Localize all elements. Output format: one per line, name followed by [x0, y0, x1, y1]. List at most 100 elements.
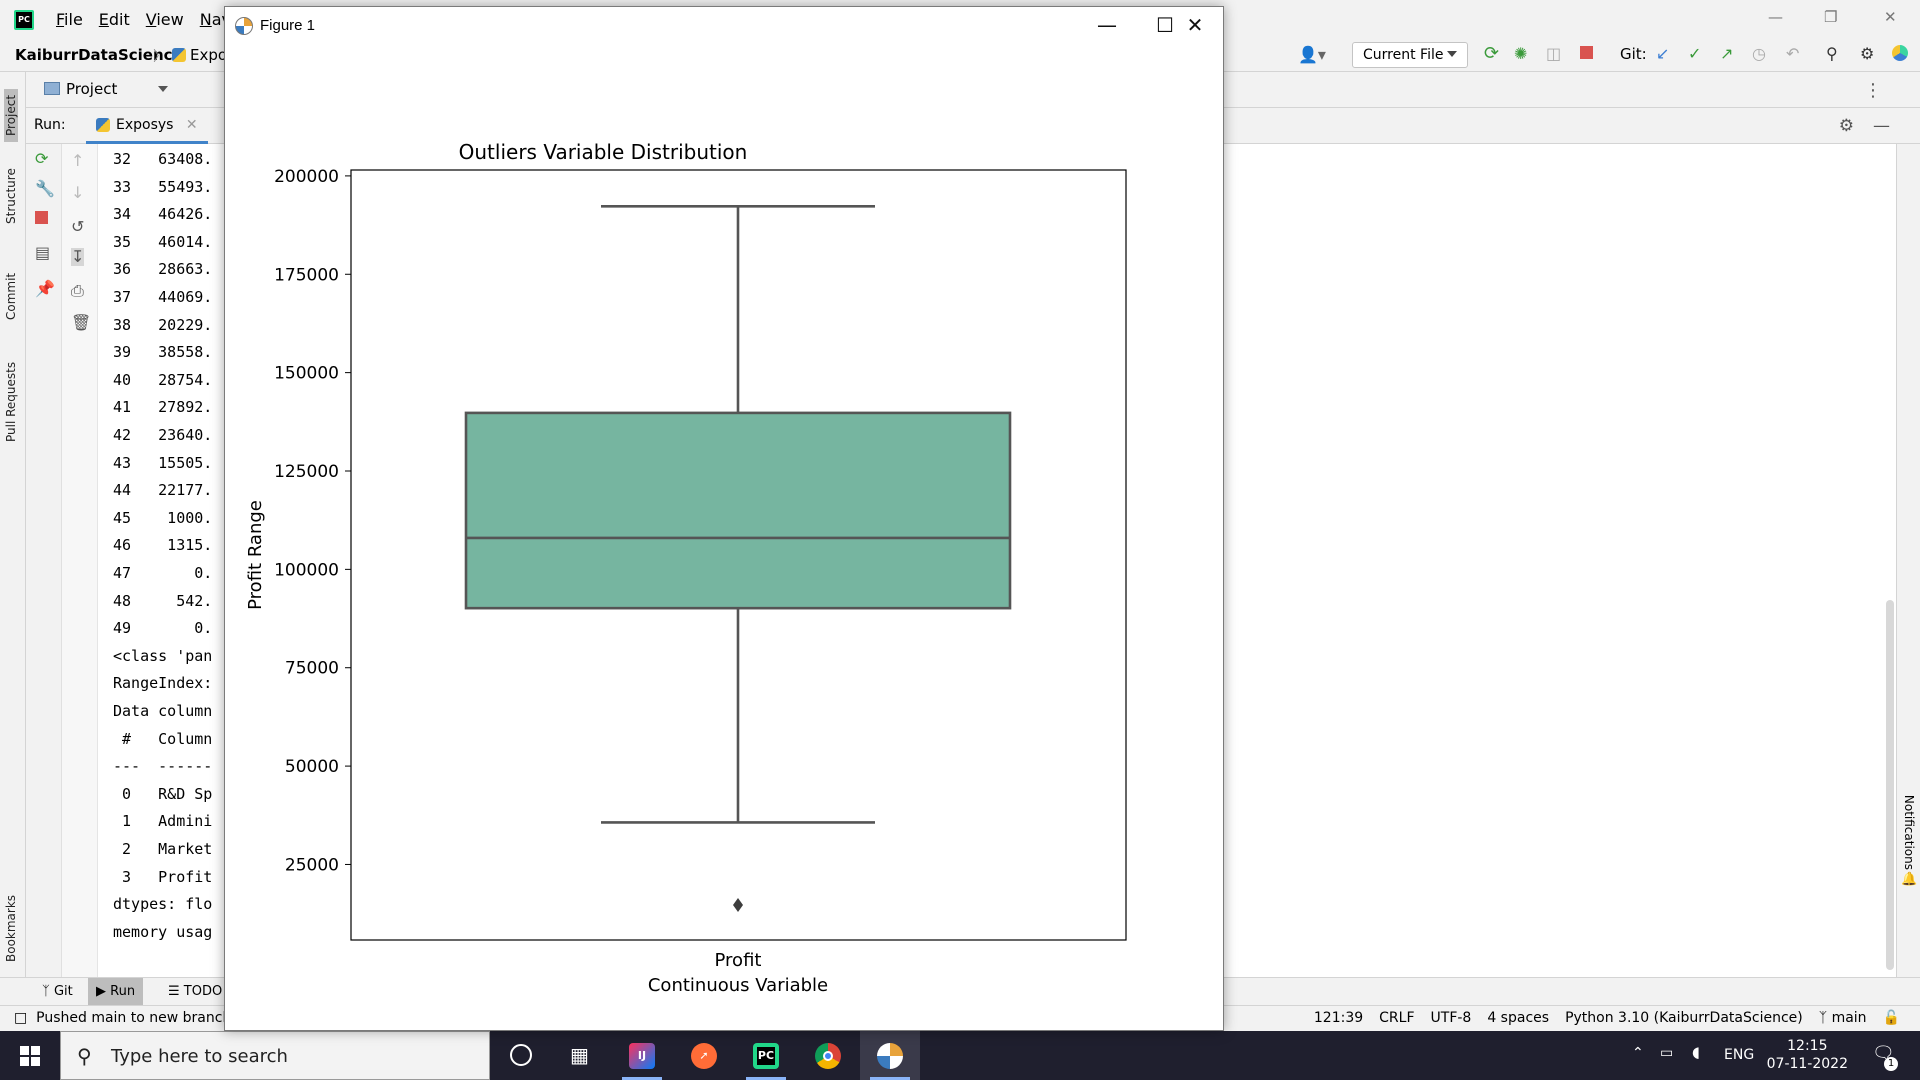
tray-overflow-chevron-icon[interactable]: ⌃	[1632, 1045, 1644, 1061]
soft-wrap-icon[interactable]: ↺	[71, 218, 84, 236]
run-bottom-tab-label: Run	[110, 984, 136, 999]
print-icon[interactable]: ⎙	[71, 282, 84, 300]
cortana-button[interactable]	[490, 1031, 550, 1080]
ide-close-button[interactable]: ✕	[1884, 8, 1897, 26]
console-line: memory usag	[113, 922, 213, 941]
python-file-icon	[172, 48, 186, 62]
ide-minimize-button[interactable]: —	[1768, 8, 1783, 26]
console-line: 49 0.	[113, 619, 213, 638]
jetbrains-toolbox-icon[interactable]	[1892, 45, 1908, 65]
project-panel-title[interactable]: Project	[66, 80, 117, 98]
console-line: 36 28663.	[113, 260, 213, 279]
stop-icon[interactable]	[35, 210, 48, 228]
git-rollback-icon[interactable]: ↶	[1786, 45, 1799, 63]
structure-tool-tab[interactable]: Structure	[4, 168, 18, 224]
coverage-icon[interactable]: ◫	[1546, 45, 1561, 63]
git-push-icon[interactable]: ↗	[1720, 45, 1733, 63]
console-line: 37 44069.	[113, 288, 213, 306]
git-update-icon[interactable]: ↙	[1656, 45, 1669, 63]
matplotlib-taskbar-app[interactable]	[860, 1031, 920, 1080]
trash-icon[interactable]: 🗑	[71, 314, 91, 332]
console-line: 45 1000.	[113, 508, 213, 527]
console-line: 3 Profit	[113, 867, 213, 886]
pycharm-taskbar-app[interactable]: PC	[736, 1031, 796, 1080]
figure-canvas: Outliers Variable Distribution 25000 5000…	[245, 140, 1127, 996]
menu-view[interactable]: View	[146, 8, 184, 31]
intellij-icon: IJ	[629, 1043, 655, 1069]
user-icon[interactable]: 👤▾	[1298, 46, 1326, 64]
line-separator[interactable]: CRLF	[1379, 1010, 1414, 1026]
status-message-text: Pushed main to new branch o	[36, 1010, 245, 1026]
python-interpreter[interactable]: Python 3.10 (KaiburrDataScience)	[1565, 1010, 1803, 1026]
run-settings-gear-icon[interactable]: ⚙	[1839, 116, 1854, 136]
git-branch-widget[interactable]: ᛉ main	[1819, 1010, 1867, 1026]
input-language[interactable]: ENG	[1724, 1047, 1754, 1063]
arrow-down-icon[interactable]: ↓	[71, 184, 84, 202]
list-icon: ☰	[168, 984, 180, 999]
console-line: 33 55493.	[113, 177, 213, 196]
console-scrollbar[interactable]	[1886, 600, 1894, 970]
wifi-icon[interactable]: ◖	[1692, 1043, 1700, 1061]
lock-icon[interactable]: 🔓	[1883, 1010, 1900, 1026]
todo-bottom-tab-label: TODO	[183, 984, 223, 999]
figure-titlebar[interactable]: Figure 1 — ☐ ✕	[225, 7, 1223, 43]
pin-icon[interactable]: 📌	[35, 280, 55, 298]
y-axis-label: Profit Range	[245, 500, 266, 610]
git-commit-icon[interactable]: ✓	[1688, 45, 1701, 63]
caret-position[interactable]: 121:39	[1314, 1010, 1363, 1026]
console-line: 40 28754.	[113, 370, 213, 389]
folder-icon	[44, 82, 60, 95]
figure-minimize-button[interactable]: —	[1079, 9, 1135, 41]
console-line: # Column	[113, 729, 213, 748]
run-tab-exposys[interactable]: Exposys ✕	[86, 108, 208, 144]
start-button[interactable]	[0, 1031, 60, 1080]
figure-window: Figure 1 — ☐ ✕ Outliers Variable Distrib…	[224, 6, 1224, 1031]
rerun-icon[interactable]: ⟳	[1484, 45, 1499, 63]
indent-setting[interactable]: 4 spaces	[1487, 1010, 1549, 1026]
wrench-icon[interactable]: 🔧	[35, 180, 55, 198]
debug-icon[interactable]: ✺	[1514, 45, 1527, 63]
arrow-up-icon[interactable]: ↑	[71, 152, 84, 170]
taskbar-clock[interactable]: 12:15 07-11-2022	[1767, 1037, 1848, 1073]
more-options-icon[interactable]: ⋮	[1864, 80, 1882, 101]
git-bottom-tab[interactable]: ᛉ Git	[34, 978, 81, 1006]
run-configuration-select[interactable]: Current File	[1352, 42, 1468, 68]
pull-requests-tool-tab[interactable]: Pull Requests	[4, 362, 18, 442]
y-axis: 25000 50000 75000 100000 125000 150000 175000 2…	[274, 167, 351, 875]
project-tool-tab[interactable]: Project	[4, 88, 18, 142]
settings-gear-icon[interactable]: ⚙	[1860, 45, 1874, 63]
run-play-icon: ▶	[96, 984, 106, 999]
taskbar-search-box[interactable]: ⚲ Type here to search	[60, 1031, 490, 1080]
layout-icon[interactable]: ▤	[35, 244, 50, 262]
bookmarks-tool-tab[interactable]: Bookmarks	[4, 895, 18, 962]
rerun-icon[interactable]: ⟳	[35, 150, 48, 168]
chevron-down-icon[interactable]	[158, 86, 168, 92]
status-indicators: 121:39 CRLF UTF-8 4 spaces Python 3.10 (…	[1314, 1010, 1900, 1026]
menu-file[interactable]: File	[56, 8, 83, 31]
battery-icon[interactable]: ▭	[1660, 1045, 1673, 1061]
todo-bottom-tab[interactable]: ☰ TODO	[160, 978, 230, 1006]
chrome-taskbar-app[interactable]	[798, 1031, 858, 1080]
menu-edit[interactable]: Edit	[99, 8, 130, 31]
y-tick-label: 200000	[274, 167, 339, 187]
hide-panel-icon[interactable]: —	[1873, 116, 1890, 136]
git-history-icon[interactable]: ◷	[1752, 45, 1766, 63]
search-icon[interactable]: ⚲	[1826, 45, 1838, 63]
intellij-taskbar-app[interactable]: IJ	[612, 1031, 672, 1080]
notifications-tool-tab[interactable]: Notifications	[1902, 795, 1916, 870]
figure-close-button[interactable]: ✕	[1167, 9, 1223, 41]
console-line: 1 Admini	[113, 812, 213, 831]
scroll-to-end-icon[interactable]: ↧	[71, 248, 85, 266]
run-bottom-tab[interactable]: ▶ Run	[88, 978, 144, 1006]
chrome-icon	[815, 1043, 841, 1069]
commit-tool-tab[interactable]: Commit	[4, 273, 18, 320]
task-view-icon: ▦	[570, 1043, 589, 1067]
close-tab-icon[interactable]: ✕	[186, 117, 198, 133]
file-encoding[interactable]: UTF-8	[1431, 1010, 1472, 1026]
notifications-bell-icon[interactable]: 🔔	[1901, 872, 1917, 887]
file-breadcrumb[interactable]: Expo	[172, 46, 227, 64]
task-view-button[interactable]: ▦	[550, 1031, 610, 1080]
stop-icon[interactable]	[1580, 45, 1593, 63]
postman-taskbar-app[interactable]: ➚	[674, 1031, 734, 1080]
ide-restore-button[interactable]: ❐	[1824, 8, 1837, 26]
